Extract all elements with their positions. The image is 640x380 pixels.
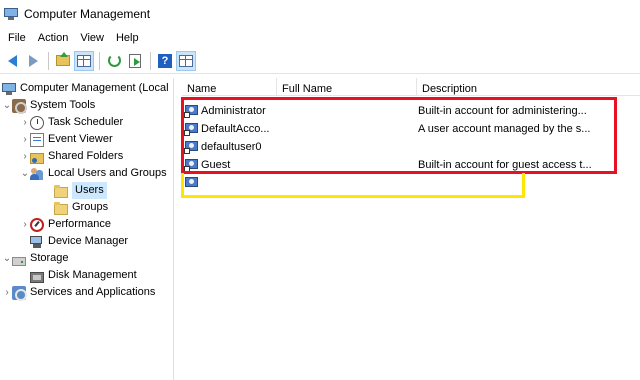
tree-item-label: Local Users and Groups: [48, 167, 167, 179]
tree-item-groups[interactable]: Groups: [54, 199, 108, 216]
up-one-level-button[interactable]: [53, 51, 73, 71]
tree-item-label: System Tools: [30, 99, 96, 111]
show-hide-tree-icon: [77, 54, 91, 67]
properties-button[interactable]: [176, 50, 196, 71]
disk-icon: [30, 272, 44, 283]
computer-icon: [2, 82, 16, 96]
column-header-name[interactable]: Name: [182, 78, 277, 96]
event-log-icon: [30, 132, 44, 147]
tree-item-storage[interactable]: ⌄ Storage: [2, 250, 69, 267]
table-row[interactable]: Administrator Built-in account for admin…: [182, 102, 618, 119]
device-manager-icon: [30, 235, 44, 249]
tree-item-label: Performance: [48, 218, 111, 230]
user-description: Built-in account for administering...: [418, 104, 587, 117]
properties-icon: [179, 54, 193, 67]
user-description: Built-in account for guest access t...: [418, 158, 592, 171]
toolbar-separator: [150, 51, 151, 70]
user-name: DefaultAcco...: [201, 122, 270, 135]
tree-item-label: Task Scheduler: [48, 116, 124, 128]
list-header: Name Full Name Description: [182, 78, 640, 96]
tree-item-task-scheduler[interactable]: › Task Scheduler: [20, 114, 123, 131]
chevron-right-icon[interactable]: ›: [20, 131, 30, 148]
tree-item-label: Groups: [72, 201, 109, 213]
back-arrow-icon: [7, 54, 17, 67]
tree-item-disk-management[interactable]: Disk Management: [30, 267, 137, 284]
folder-icon: [54, 185, 68, 198]
help-button[interactable]: ?: [155, 51, 175, 71]
tree-item-label: Device Manager: [48, 235, 129, 247]
tree-item-computer-management[interactable]: Computer Management (Local: [2, 80, 169, 97]
title-bar: Computer Management: [0, 0, 640, 28]
services-icon: [12, 285, 27, 301]
tree-item-system-tools[interactable]: ⌄ System Tools: [2, 97, 95, 114]
up-folder-icon: [56, 52, 70, 66]
toolbar: ?: [0, 48, 640, 74]
tree-item-performance[interactable]: › Performance: [20, 216, 111, 233]
tree-item-label: Disk Management: [48, 269, 137, 281]
table-row[interactable]: defaultuser0: [182, 138, 618, 155]
table-row[interactable]: DefaultAcco... A user account managed by…: [182, 120, 618, 137]
user-icon: [184, 176, 200, 190]
tree-item-device-manager[interactable]: Device Manager: [30, 233, 128, 250]
back-button[interactable]: [2, 51, 22, 71]
user-description: A user account managed by the s...: [418, 122, 591, 135]
menu-file[interactable]: File: [2, 28, 32, 48]
menu-help[interactable]: Help: [110, 28, 145, 48]
shared-folder-icon: [30, 153, 44, 164]
user-icon: [184, 104, 200, 118]
show-hide-console-tree-button[interactable]: [74, 50, 94, 71]
user-name: defaultuser0: [201, 140, 262, 153]
tree-item-event-viewer[interactable]: › Event Viewer: [20, 131, 113, 148]
chevron-down-icon[interactable]: ⌄: [20, 165, 30, 182]
users-list-view: Name Full Name Description Administrator…: [182, 78, 640, 380]
window-title: Computer Management: [24, 7, 151, 21]
chevron-down-icon[interactable]: ⌄: [2, 97, 12, 114]
chevron-right-icon[interactable]: ›: [20, 148, 30, 165]
user-icon: [184, 122, 200, 136]
computer-management-icon: [4, 7, 18, 21]
tree-item-services-applications[interactable]: › Services and Applications: [2, 284, 155, 301]
tree-item-local-users-groups[interactable]: ⌄ Local Users and Groups: [20, 165, 167, 182]
tree-item-label: Storage: [30, 252, 69, 264]
toolbar-separator: [48, 51, 49, 70]
forward-button[interactable]: [23, 51, 43, 71]
tree-item-label: Event Viewer: [48, 133, 113, 145]
console-tree: Computer Management (Local ⌄ System Tool…: [0, 78, 174, 380]
performance-icon: [30, 217, 44, 232]
user-icon: [184, 140, 200, 154]
toolbar-separator: [99, 51, 100, 70]
clock-icon: [30, 115, 44, 130]
table-row[interactable]: Guest Built-in account for guest access …: [182, 156, 618, 173]
menu-action[interactable]: Action: [32, 28, 75, 48]
tree-item-users[interactable]: Users: [54, 182, 107, 199]
export-list-button[interactable]: [125, 51, 145, 71]
export-list-icon: [129, 53, 141, 68]
tree-item-label: Users: [72, 182, 107, 199]
column-header-description[interactable]: Description: [417, 78, 640, 96]
refresh-icon: [107, 54, 121, 67]
folder-icon: [54, 202, 68, 215]
user-name: Administrator: [201, 104, 266, 117]
users-icon: [30, 167, 44, 181]
forward-arrow-icon: [28, 54, 38, 67]
chevron-right-icon[interactable]: ›: [20, 114, 30, 131]
user-icon: [184, 158, 200, 172]
storage-icon: [12, 257, 26, 266]
chevron-down-icon[interactable]: ⌄: [2, 250, 12, 267]
tree-item-label: Computer Management (Local: [20, 82, 169, 94]
menu-bar: File Action View Help: [0, 28, 640, 48]
chevron-right-icon[interactable]: ›: [20, 216, 30, 233]
user-name: Guest: [201, 158, 231, 171]
tree-item-label: Shared Folders: [48, 150, 124, 162]
tree-item-shared-folders[interactable]: › Shared Folders: [20, 148, 123, 165]
table-row[interactable]: [182, 174, 618, 191]
system-tools-icon: [12, 98, 27, 114]
column-header-full-name[interactable]: Full Name: [277, 78, 417, 96]
refresh-button[interactable]: [104, 51, 124, 71]
tree-item-label: Services and Applications: [30, 286, 156, 298]
help-icon: ?: [158, 53, 172, 68]
menu-view[interactable]: View: [74, 28, 110, 48]
chevron-right-icon[interactable]: ›: [2, 284, 12, 301]
